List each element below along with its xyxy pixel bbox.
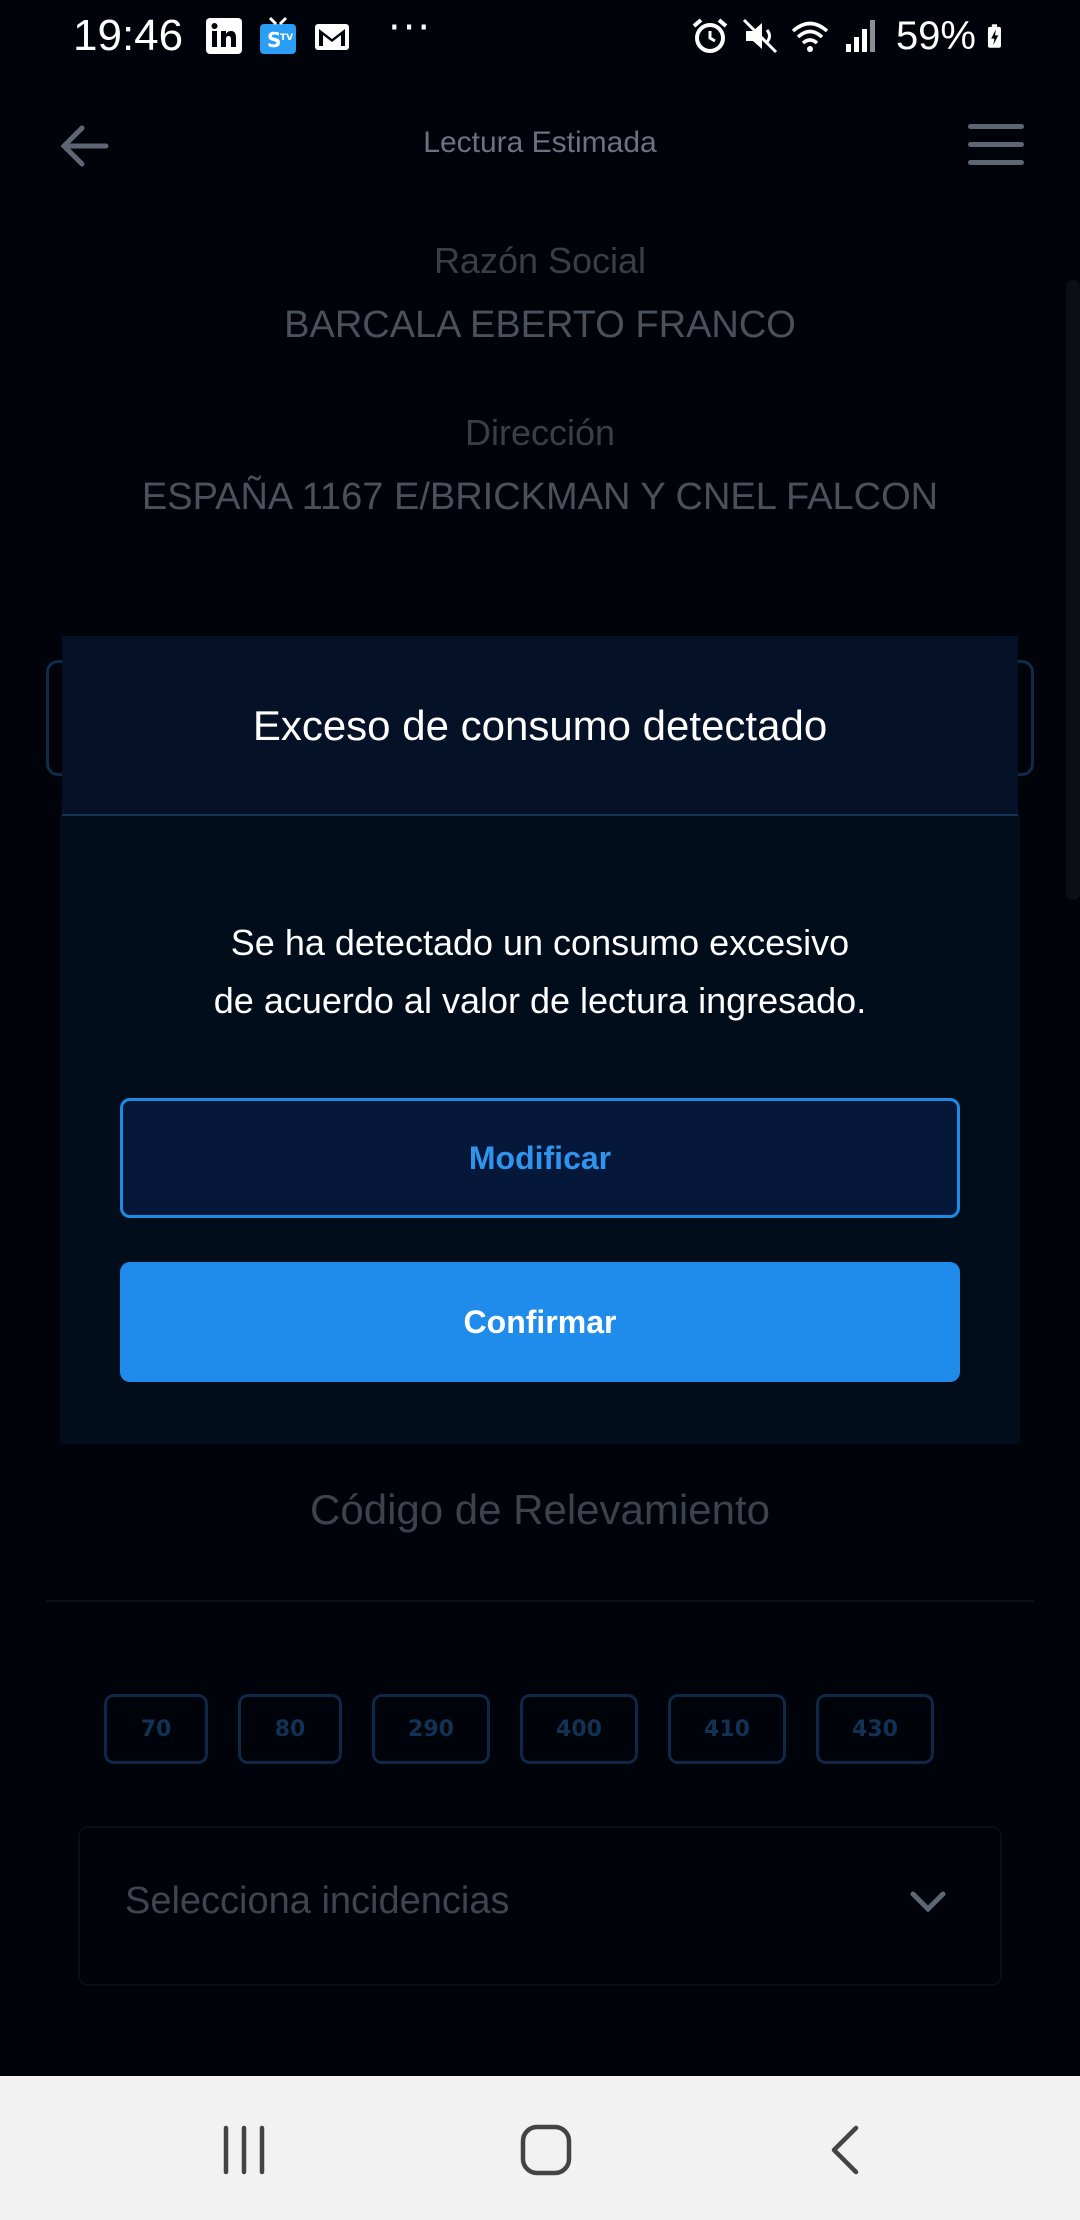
gmail-icon: [315, 24, 349, 50]
system-icons: 59%: [690, 14, 1012, 58]
signal-icon: [845, 20, 875, 52]
app-bar: Lectura Estimada: [0, 74, 1080, 214]
svg-text:TV: TV: [280, 33, 293, 43]
dialog-header: Exceso de consumo detectado: [62, 636, 1018, 816]
razon-social-label: Razón Social: [433, 240, 647, 281]
direccion-label: Dirección: [464, 412, 616, 453]
code-chip[interactable]: 410: [668, 1694, 786, 1764]
codigo-relevamiento-title: Código de Relevamiento: [310, 1486, 770, 1533]
code-chip[interactable]: 400: [520, 1694, 638, 1764]
status-bar: 19:46 S TV ··· 59%: [0, 0, 1080, 74]
dialog-title: Exceso de consumo detectado: [252, 702, 828, 749]
incidencias-select[interactable]: Selecciona incidencias: [78, 1826, 1002, 1986]
status-time: 19:46: [73, 11, 184, 60]
alarm-icon: [692, 18, 728, 53]
wifi-icon: [791, 21, 829, 52]
notification-icons: S TV: [204, 14, 352, 58]
confirm-button[interactable]: Confirmar: [120, 1262, 960, 1382]
page-title: Lectura Estimada: [423, 126, 657, 159]
direccion-value: ESPAÑA 1167 E/BRICKMAN Y CNEL FALCON: [141, 476, 939, 518]
battery-level: 59%: [895, 14, 976, 58]
chevron-down-icon: [910, 1891, 946, 1913]
code-chip[interactable]: 430: [816, 1694, 934, 1764]
home-icon[interactable]: [516, 2122, 576, 2178]
code-chip[interactable]: 290: [372, 1694, 490, 1764]
more-notifications-icon: ···: [388, 5, 433, 51]
mute-icon: [742, 18, 777, 54]
stv-icon: S TV: [260, 16, 296, 54]
dialog-body: Se ha detectado un consumo excesivo de a…: [60, 816, 1020, 1444]
dialog-message-line: Se ha detectado un consumo excesivo: [230, 922, 850, 963]
code-chip[interactable]: 70: [104, 1694, 208, 1764]
scrollbar[interactable]: [1066, 280, 1080, 900]
code-chip[interactable]: 80: [238, 1694, 342, 1764]
razon-social-value: BARCALA EBERTO FRANCO: [284, 304, 796, 346]
modify-button[interactable]: Modificar: [120, 1098, 960, 1218]
linkedin-icon: [206, 18, 242, 54]
incidencias-placeholder: Selecciona incidencias: [125, 1880, 510, 1922]
system-nav-bar: [0, 2076, 1080, 2220]
screen: 19:46 S TV ··· 59% Lectura Estimada Razó…: [0, 0, 1080, 2220]
hamburger-menu-icon[interactable]: [968, 124, 1024, 166]
dialog-message-line: de acuerdo al valor de lectura ingresado…: [213, 980, 867, 1021]
battery-charging-icon: [987, 24, 1001, 48]
dialog-message: Se ha detectado un consumo excesivo de a…: [60, 914, 1020, 1030]
recent-apps-icon[interactable]: [214, 2122, 274, 2178]
code-chips: 70 80 290 400 410 430: [104, 1694, 934, 1764]
divider: [46, 1600, 1034, 1602]
back-icon[interactable]: [816, 2122, 876, 2178]
